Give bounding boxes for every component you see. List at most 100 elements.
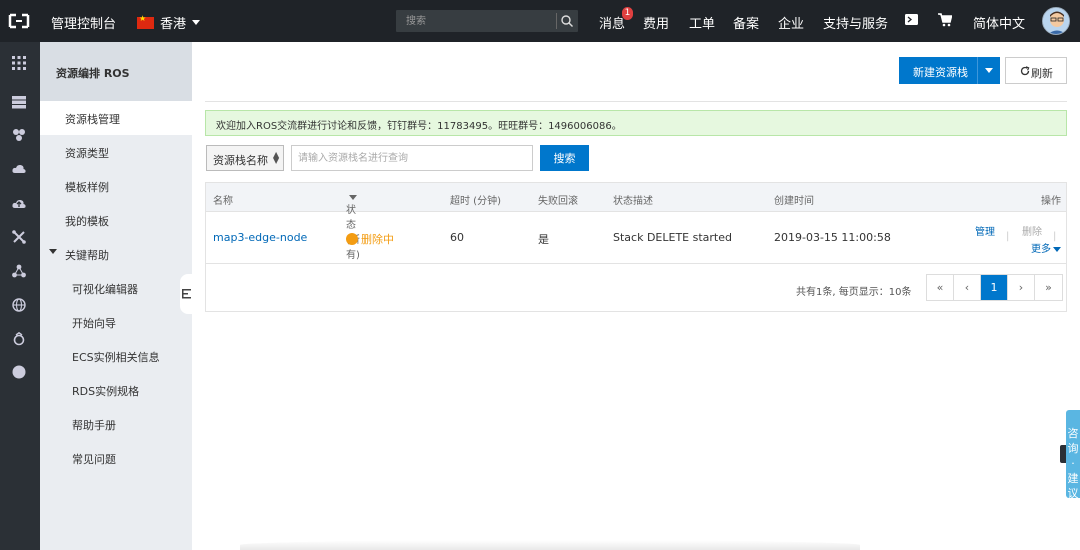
settings-cloud-icon[interactable] [12,332,26,346]
product-icon-bar [0,42,40,550]
sidebar-item-key-help[interactable]: 关键帮助 [40,237,192,271]
status-dot-icon [346,233,358,245]
divider [205,101,1067,102]
sidebar-item-getting-started[interactable]: 开始向导 [40,305,192,339]
region-selector[interactable]: 香港 [137,13,201,32]
status-badge: 删除中 [346,231,394,247]
stack-name-query-input[interactable] [291,145,533,171]
sidebar-item-label: 我的模板 [65,215,109,228]
cloud-icon[interactable] [12,162,26,176]
status-desc-value: Stack DELETE started [613,231,732,244]
language-selector[interactable]: 简体中文 [973,13,1025,32]
sidebar-item-help-manual[interactable]: 帮助手册 [40,407,192,441]
timeout-value: 60 [450,231,464,244]
main-content: 新建资源栈 刷新 欢迎加入ROS交流群进行讨论和反馈，钉钉群号：11783495… [192,42,1080,550]
action-separator: | [1006,231,1010,242]
column-header-actions: 操作 [1041,196,1061,207]
search-divider [556,13,557,29]
page-number-button[interactable]: 1 [981,275,1008,300]
avatar[interactable] [1042,7,1070,35]
network-icon[interactable] [12,128,26,142]
sidebar-item-faq[interactable]: 常见问题 [40,441,192,475]
user-avatar-icon [1043,8,1069,34]
chevron-down-icon[interactable] [985,68,993,73]
sidebar-item-rds-specs[interactable]: RDS实例规格 [40,373,192,407]
filter-type-value: 资源栈名称 [213,154,268,167]
sidebar-item-my-templates[interactable]: 我的模板 [40,203,192,237]
button-divider [977,57,978,84]
sidebar-item-label: 关键帮助 [65,249,109,262]
pagination: « ‹ 1 › » [926,274,1063,301]
more-label: 更多 [1031,244,1051,255]
sidebar-item-visual-editor[interactable]: 可视化编辑器 [40,271,192,305]
console-link[interactable]: 管理控制台 [51,13,116,32]
hongkong-flag-icon [137,14,154,29]
prev-page-button[interactable]: ‹ [954,275,981,300]
stack-table: 名称 状态 (所有) 超时 (分钟) 失败回滚 状态描述 创建时间 操作 map… [205,182,1067,312]
cloud-upload-icon[interactable] [12,196,26,210]
new-stack-button[interactable]: 新建资源栈 [899,57,1000,84]
notice-text: 欢迎加入ROS交流群进行讨论和反馈，钉钉群号：11783495。旺旺群号：149… [216,121,622,132]
search-button[interactable]: 搜索 [540,145,589,171]
search-icon[interactable] [560,14,574,28]
sidebar-item-label: ECS实例相关信息 [72,351,160,364]
consult-feedback-tab[interactable]: 咨询·建议 [1066,410,1080,500]
sidebar-item-resource-types[interactable]: 资源类型 [40,135,192,169]
chevron-down-icon [1053,246,1061,252]
sidebar: 资源编排 ROS 资源栈管理 资源类型 模板样例 我的模板 关键帮助 可视化编辑… [40,42,194,550]
created-time-value: 2019-03-15 11:00:58 [774,231,891,244]
filter-type-select[interactable]: 资源栈名称 ▲ ▼ [206,145,284,171]
server-icon[interactable] [12,95,26,109]
column-header-rollback: 失败回滚 [538,196,578,207]
sidebar-item-label: 模板样例 [65,181,109,194]
icp-link[interactable]: 备案 [733,13,759,32]
column-header-name: 名称 [213,196,233,207]
first-page-button[interactable]: « [927,275,954,300]
circle-icon[interactable] [12,365,26,379]
sidebar-item-template-samples[interactable]: 模板样例 [40,169,192,203]
cluster-icon[interactable] [12,264,26,278]
delete-link[interactable]: 删除 [1022,223,1042,238]
notice-banner: 欢迎加入ROS交流群进行讨论和反馈，钉钉群号：11783495。旺旺群号：149… [205,110,1067,136]
globe-icon[interactable] [12,298,26,312]
support-link[interactable]: 支持与服务 [823,13,888,32]
chevron-down-icon [192,20,201,25]
column-header-created: 创建时间 [774,196,814,207]
sidebar-item-stack-management[interactable]: 资源栈管理 [40,101,192,135]
grid-menu-icon[interactable] [12,56,26,70]
sidebar-item-label: RDS实例规格 [72,385,140,398]
search-input[interactable] [396,10,556,32]
sidebar-item-label: 开始向导 [72,317,116,330]
billing-link[interactable]: 费用 [643,13,669,32]
sidebar-item-label: 资源栈管理 [65,113,120,126]
last-page-button[interactable]: » [1035,275,1062,300]
updown-arrow-icon: ▲ ▼ [273,150,280,165]
cross-tools-icon[interactable] [12,230,26,244]
more-actions-dropdown[interactable]: 更多 [1031,240,1061,255]
status-text: 删除中 [361,233,394,246]
cart-icon[interactable] [938,13,952,27]
terminal-icon[interactable] [905,14,918,25]
refresh-icon [1020,66,1030,76]
manage-link[interactable]: 管理 [975,223,995,238]
sidebar-header: 资源编排 ROS [40,42,192,101]
aliyun-logo-icon[interactable] [8,12,30,30]
refresh-button[interactable]: 刷新 [1005,57,1067,84]
enterprise-link[interactable]: 企业 [778,13,804,32]
messages-link[interactable]: 消息 [599,13,625,32]
chevron-down-icon [349,194,357,200]
column-header-timeout: 超时 (分钟) [450,196,501,207]
global-search [396,10,578,32]
stack-name-link[interactable]: map3-edge-node [213,231,307,244]
rollback-value: 是 [538,233,549,246]
tickets-link[interactable]: 工单 [689,13,715,32]
column-header-status[interactable]: 状态 (所有) [346,192,360,261]
next-page-button[interactable]: › [1008,275,1035,300]
top-bar: 管理控制台 香港 消息 1 费用 工单 备案 企业 支持与服务 简体中文 [0,0,1080,42]
sidebar-item-ecs-info[interactable]: ECS实例相关信息 [40,339,192,373]
pagination-summary: 共有1条, 每页显示：10条 [796,287,912,298]
region-label: 香港 [160,17,187,32]
sidebar-title: 资源编排 ROS [56,67,130,80]
column-header-status-desc: 状态描述 [613,196,653,207]
messages-badge: 1 [622,7,633,20]
